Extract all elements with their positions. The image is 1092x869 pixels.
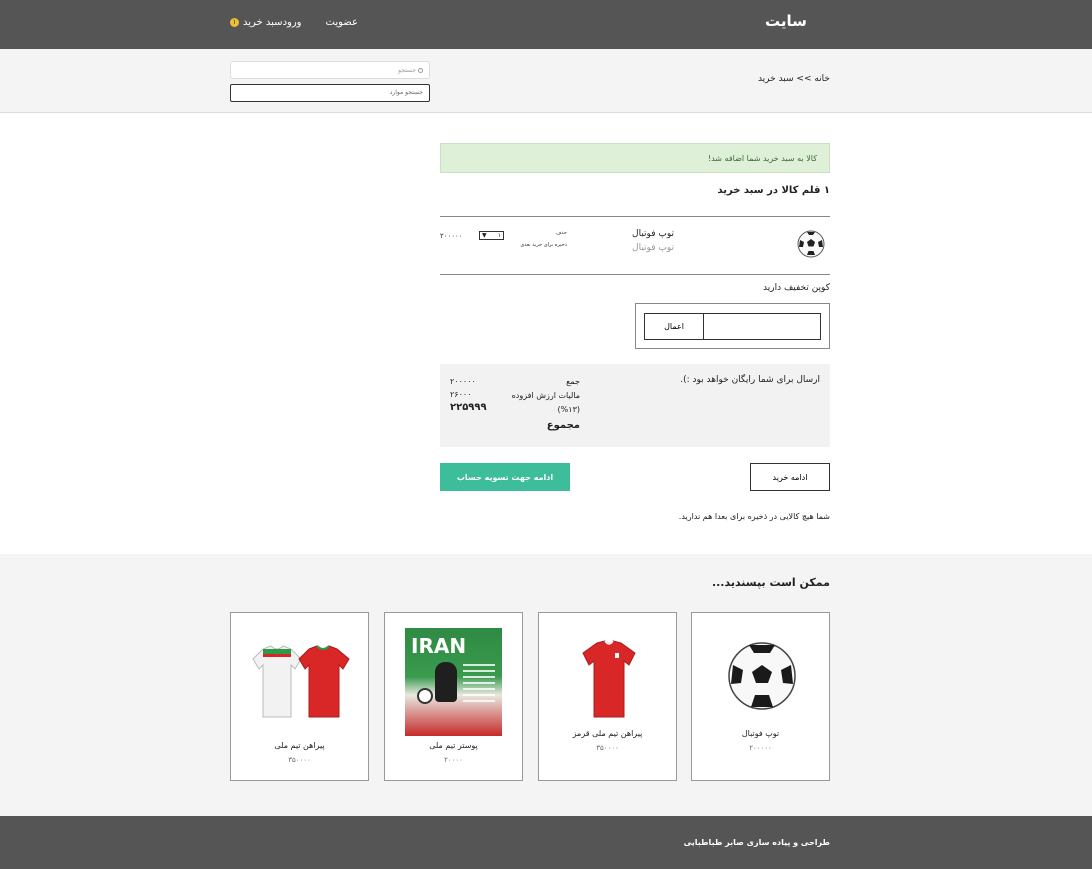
recommendations-title: ممکن است بپسندید... [711,576,830,589]
footer: طراحی و پیاده سازی صابر طباطبایی [0,816,1092,869]
product-card-jersey-set[interactable]: پیراهن تیم ملی ۳۵۰۰۰۰ [230,612,369,781]
success-alert: کالا به سبد خرید شما اضافه شد! [440,143,830,173]
free-shipping-note: ارسال برای شما رایگان خواهد بود :). [680,375,820,385]
continue-shopping-button[interactable]: ادامه خرید [750,463,830,491]
nav-login[interactable]: ورود [283,17,302,28]
search-label: جستجو [398,66,416,74]
save-for-later-link[interactable]: ذخیره برای خرید بعدی [520,242,567,248]
product-price: ۲۰۰۰۰ [444,756,463,764]
tax-label: مالیات ارزش افزوده (۱۳%) [511,391,580,414]
product-name[interactable]: پیراهن تیم ملی قرمز [539,729,676,738]
cart-item-subtitle: توپ فوتبال [632,243,674,253]
subtotal-label: جمع [566,377,580,386]
product-name[interactable]: توپ فوتبال [692,729,829,738]
poster-text-block [463,664,495,704]
nav-cart[interactable]: ۱ سبد خرید [230,17,283,28]
quantity-value: ۱ [497,232,501,239]
coupon-input[interactable] [703,313,821,340]
summary-values: ۲۰۰۰۰۰ ۲۶۰۰۰ ۲۲۵۹۹۹ [450,375,487,414]
footer-credit: طراحی و پیاده سازی صابر طباطبایی [683,838,830,847]
product-name[interactable]: پیراهن تیم ملی [231,741,368,750]
red-jersey-image [582,640,636,718]
checkout-button[interactable]: ادامه جهت تسویه حساب [440,463,570,491]
cart-item-name[interactable]: توپ فوتبال [632,229,674,239]
search-area: جستجو [230,61,430,102]
poster-title: IRAN [411,634,467,658]
sub-header: خانه >> سبد خرید جستجو [0,49,1092,113]
search-icon [418,67,423,73]
breadcrumb[interactable]: خانه >> سبد خرید [758,74,830,84]
total-label: مجموع [546,420,580,431]
search-input[interactable] [230,83,430,102]
remove-item-link[interactable]: حذف [556,230,567,236]
product-card-poster[interactable]: IRAN پوستر تیم ملی ۲۰۰۰۰ [384,612,523,781]
brand-logo[interactable]: سایت [765,12,807,30]
chevron-down-icon: ▼ [482,232,487,239]
cart-count-badge: ۱ [230,18,239,27]
product-name[interactable]: پوستر تیم ملی [385,741,522,750]
subtotal-value: ۲۰۰۰۰۰ [450,377,476,386]
product-card-red-jersey[interactable]: پیراهن تیم ملی قرمز ۳۵۰۰۰۰ [538,612,677,781]
product-price: ۳۵۰۰۰۰ [288,756,311,764]
soccer-ball-image [728,642,796,710]
apply-coupon-button[interactable]: اعمال [644,313,704,340]
poster-image: IRAN [405,628,502,736]
cart-heading: ۱ قلم کالا در سبد خرید [717,185,830,196]
jersey-set-image [252,645,350,718]
tax-value: ۲۶۰۰۰ [450,390,472,399]
soccer-ball-icon [797,230,825,258]
quantity-select[interactable]: ▼ ۱ [479,231,504,240]
cart-item-price: ۲۰۰۰۰۰ [440,232,463,240]
divider-top [440,216,830,217]
saved-items-notice: شما هیچ کالایی در ذخیره برای بعدا هم ندا… [678,512,830,521]
product-price: ۲۰۰۰۰۰ [749,744,772,752]
top-navbar: سایت ۱ سبد خرید ورود عضویت [0,0,1092,49]
nav-cart-label: سبد خرید [243,17,283,28]
total-value: ۲۲۵۹۹۹ [450,402,487,413]
order-summary: ارسال برای شما رایگان خواهد بود :). جمع … [440,364,830,447]
divider-bottom [440,274,830,275]
coupon-label: کوپن تخفیف دارید [763,283,830,293]
search-label-row: جستجو [230,61,430,79]
player-silhouette-icon [435,662,457,702]
poster-ball-icon [417,688,433,704]
product-price: ۳۵۰۰۰۰ [596,744,619,752]
nav-membership[interactable]: عضویت [326,17,358,28]
summary-labels: جمع مالیات ارزش افزوده (۱۳%) مجموع [510,375,580,433]
product-card-ball[interactable]: توپ فوتبال ۲۰۰۰۰۰ [691,612,830,781]
recommendations-section: ممکن است بپسندید... توپ فوتبال ۲۰۰۰۰۰ پی… [0,554,1092,816]
nav-links: ۱ سبد خرید ورود عضویت [230,17,358,28]
